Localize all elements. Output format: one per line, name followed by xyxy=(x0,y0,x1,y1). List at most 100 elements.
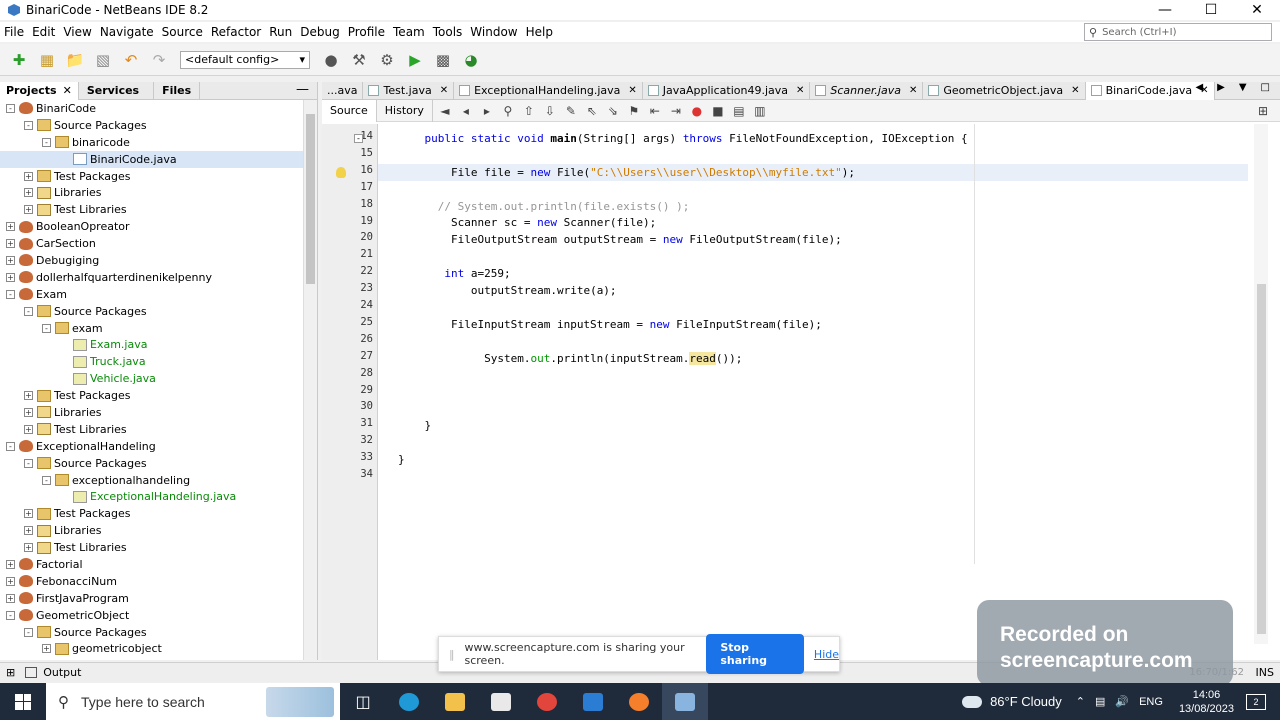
expand-icon[interactable]: + xyxy=(6,576,15,586)
tree-node[interactable]: + Test Libraries xyxy=(0,539,317,556)
code-line[interactable]: public static void main (String[] args) t… xyxy=(398,130,968,147)
collapse-icon[interactable]: - xyxy=(24,627,33,637)
menu-help[interactable]: Help xyxy=(526,25,553,39)
collapse-icon[interactable]: - xyxy=(42,137,51,147)
find-prev-icon[interactable]: ⇧ xyxy=(520,102,538,120)
find-icon[interactable]: ⚲ xyxy=(499,102,517,120)
collapse-icon[interactable]: - xyxy=(42,475,51,485)
tree-node[interactable]: + Libraries xyxy=(0,184,317,201)
scrollbar-thumb[interactable] xyxy=(1257,284,1266,634)
expand-icon[interactable]: + xyxy=(6,559,15,569)
expand-icon[interactable]: + xyxy=(6,272,15,282)
language-indicator[interactable]: ENG xyxy=(1139,696,1163,708)
collapse-icon[interactable]: - xyxy=(6,103,15,113)
open-project-icon[interactable]: 📁 xyxy=(64,49,86,71)
expand-icon[interactable]: + xyxy=(24,424,33,434)
code-editor[interactable]: public static void main (String[] args) t… xyxy=(378,124,1248,660)
close-icon[interactable]: ✕ xyxy=(628,85,636,96)
collapse-icon[interactable]: - xyxy=(6,289,15,299)
minimize-button[interactable]: — xyxy=(1142,0,1188,20)
toggle-highlight-icon[interactable]: ✎ xyxy=(562,102,580,120)
build-hammer-icon[interactable]: ⚒ xyxy=(348,49,370,71)
menu-navigate[interactable]: Navigate xyxy=(100,25,154,39)
fold-icon[interactable]: - xyxy=(354,134,363,143)
editor-tab[interactable]: Scanner.java ✕ xyxy=(810,81,924,100)
tree-node[interactable]: Vehicle.java xyxy=(0,370,317,387)
tab-projects[interactable]: Projects ✕ xyxy=(0,81,79,100)
tree-node[interactable]: ExceptionalHandeling.java xyxy=(0,488,317,505)
clock[interactable]: 14:06 13/08/2023 xyxy=(1179,688,1234,716)
tree-node[interactable]: - exceptionalhandeling xyxy=(0,472,317,489)
taskbar-search[interactable]: ⚲ Type here to search xyxy=(46,683,340,720)
menu-profile[interactable]: Profile xyxy=(348,25,385,39)
tree-scrollbar[interactable] xyxy=(303,100,317,660)
editor-tab[interactable]: ExceptionalHandeling.java ✕ xyxy=(454,81,643,100)
chevron-left-icon[interactable]: ◀ xyxy=(1195,82,1203,93)
collapse-icon[interactable]: - xyxy=(24,458,33,468)
menu-window[interactable]: Window xyxy=(470,25,517,39)
profile-icon[interactable]: ◕ xyxy=(460,49,482,71)
output-label[interactable]: Output xyxy=(43,666,81,679)
collapse-icon[interactable]: - xyxy=(24,306,33,316)
editor-tab[interactable]: ...ava xyxy=(322,81,364,100)
hide-link[interactable]: Hide xyxy=(814,648,839,661)
collapse-icon[interactable]: - xyxy=(24,120,33,130)
expand-icon[interactable]: + xyxy=(42,644,51,654)
expand-icon[interactable]: + xyxy=(24,188,33,198)
tree-node[interactable]: - Source Packages xyxy=(0,624,317,641)
menu-refactor[interactable]: Refactor xyxy=(211,25,261,39)
task-view-icon[interactable]: ◫ xyxy=(340,683,386,720)
tree-node[interactable]: - Source Packages xyxy=(0,117,317,134)
last-edit-icon[interactable]: ◄ xyxy=(436,102,454,120)
comment-icon[interactable]: ▤ xyxy=(730,102,748,120)
close-icon[interactable]: ✕ xyxy=(440,85,448,96)
tree-node[interactable]: + dollerhalfquarterdinenikelpenny xyxy=(0,269,317,286)
source-button[interactable]: Source xyxy=(322,99,377,122)
shift-right-icon[interactable]: ⇥ xyxy=(667,102,685,120)
edge-icon[interactable] xyxy=(386,683,432,720)
forward-icon[interactable]: ▸ xyxy=(478,102,496,120)
split-editor-icon[interactable]: ⊞ xyxy=(1254,102,1272,120)
code-line[interactable]: outputStream.write(a); xyxy=(398,282,617,299)
expand-icon[interactable]: + xyxy=(6,255,15,265)
tree-node[interactable]: - ExceptionalHandeling xyxy=(0,438,317,455)
expand-icon[interactable]: + xyxy=(24,526,33,536)
start-button[interactable] xyxy=(0,683,46,720)
expand-icon[interactable]: + xyxy=(6,239,15,249)
tree-node[interactable]: + Libraries xyxy=(0,404,317,421)
tab-files[interactable]: Files xyxy=(154,81,201,100)
chevron-up-icon[interactable]: ⌃ xyxy=(1076,695,1085,708)
expand-icon[interactable]: + xyxy=(6,222,15,232)
netbeans-taskbar-icon[interactable] xyxy=(662,683,708,720)
tree-node[interactable]: + Test Packages xyxy=(0,387,317,404)
shift-left-icon[interactable]: ⇤ xyxy=(646,102,664,120)
tree-node[interactable]: + Libraries xyxy=(0,522,317,539)
tree-node[interactable]: + BooleanOpreator xyxy=(0,218,317,235)
close-button[interactable]: ✕ xyxy=(1234,0,1280,20)
expand-icon[interactable]: + xyxy=(24,407,33,417)
scrollbar-thumb[interactable] xyxy=(306,114,315,284)
tree-node[interactable]: + CarSection xyxy=(0,235,317,252)
tree-node[interactable]: Exam.java xyxy=(0,336,317,353)
tree-node[interactable]: + Factorial xyxy=(0,556,317,573)
tree-node[interactable]: - BinariCode xyxy=(0,100,317,117)
output-window-icon[interactable] xyxy=(25,667,38,678)
menu-run[interactable]: Run xyxy=(269,25,292,39)
tree-node[interactable]: + FirstJavaProgram xyxy=(0,590,317,607)
expand-icon[interactable]: + xyxy=(6,593,15,603)
tree-node[interactable]: + Test Packages xyxy=(0,168,317,185)
expand-icon[interactable]: + xyxy=(24,509,33,519)
volume-icon[interactable]: 🔊 xyxy=(1115,695,1129,708)
tree-node[interactable]: - binaricode xyxy=(0,134,317,151)
expand-icon[interactable]: + xyxy=(24,391,33,401)
menu-team[interactable]: Team xyxy=(393,25,425,39)
code-line[interactable]: } xyxy=(398,417,432,434)
code-line[interactable]: FileInputStream inputStream = new FileIn… xyxy=(398,316,822,333)
tree-node[interactable]: + FebonacciNum xyxy=(0,573,317,590)
file-explorer-icon[interactable] xyxy=(432,683,478,720)
debug-icon[interactable]: ▩ xyxy=(432,49,454,71)
store-icon[interactable] xyxy=(478,683,524,720)
editor-scrollbar[interactable] xyxy=(1254,124,1268,644)
tree-node[interactable]: + Debugiging xyxy=(0,252,317,269)
code-line[interactable]: File file = new File("C:\\Users\\user\\D… xyxy=(398,164,855,181)
